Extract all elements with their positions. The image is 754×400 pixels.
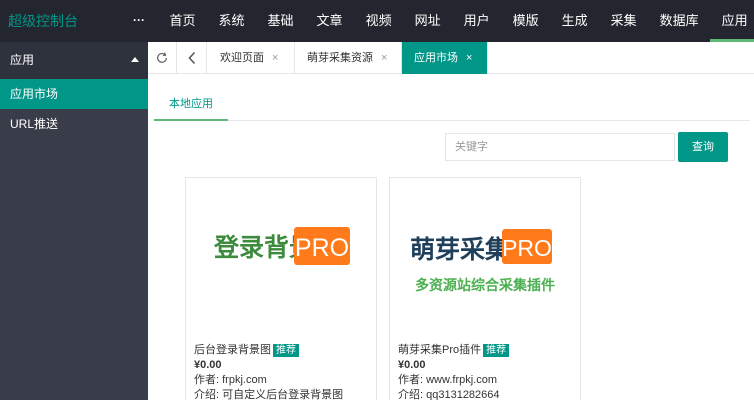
sidebar-item-url-push[interactable]: URL推送 xyxy=(0,109,148,139)
tab-mengya-resources[interactable]: 萌芽采集资源 × xyxy=(295,42,402,74)
tab-label: 萌芽采集资源 xyxy=(307,52,373,64)
caret-up-icon xyxy=(131,57,139,62)
app-card-login-bg[interactable]: 登录背景 PRO 后台登录背景图 推荐 ¥0.00 作者: frpkj.com 介… xyxy=(185,177,377,400)
more-menu-icon[interactable]: ··· xyxy=(133,0,145,42)
main-content: 本地应用 关键字 查询 登录背景 PRO 后台登录背景图 推荐 ¥0.00 作者:… xyxy=(148,75,754,400)
nav-item-database[interactable]: 数据库 xyxy=(648,0,710,42)
tab-scroll-left-button[interactable] xyxy=(178,42,207,74)
svg-text:萌芽采集: 萌芽采集 xyxy=(410,235,511,264)
tab-bar: 欢迎页面 × 萌芽采集资源 × 应用市场 × xyxy=(148,42,754,74)
recommended-badge: 推荐 xyxy=(273,344,299,357)
app-name: 后台登录背景图 xyxy=(194,344,271,356)
refresh-icon xyxy=(157,52,167,63)
search-input[interactable]: 关键字 xyxy=(445,133,675,161)
nav-item-generate[interactable]: 生成 xyxy=(550,0,599,42)
app-description: 介绍: qq3131282664 xyxy=(398,389,500,400)
app-card-mengya-collector[interactable]: 萌芽采集 PRO 多资源站综合采集插件 萌芽采集Pro插件 推荐 ¥0.00 作者… xyxy=(389,177,581,400)
svg-text:多资源站综合采集插件: 多资源站综合采集插件 xyxy=(415,277,555,294)
search-button[interactable]: 查询 xyxy=(678,132,728,162)
app-info: 萌芽采集Pro插件 推荐 ¥0.00 作者: www.frpkj.com 介绍: … xyxy=(398,343,510,400)
close-icon[interactable]: × xyxy=(381,52,387,64)
refresh-button[interactable] xyxy=(148,42,177,74)
sidebar-item-app-market[interactable]: 应用市场 xyxy=(0,79,148,109)
app-banner-image: 萌芽采集 PRO 多资源站综合采集插件 xyxy=(410,229,555,294)
tab-app-market[interactable]: 应用市场 × xyxy=(402,42,488,74)
app-logo[interactable]: 超级控制台 xyxy=(8,0,78,42)
tab-label: 欢迎页面 xyxy=(220,52,264,64)
app-banner-image: 登录背景 PRO xyxy=(213,227,350,265)
sidebar-group-apps[interactable]: 应用 xyxy=(0,42,148,79)
top-nav-bar: 超级控制台 ··· 首页 系统 基础 文章 视频 网址 用户 模版 生成 采集 … xyxy=(0,0,754,42)
sidebar-group-label: 应用 xyxy=(10,53,35,67)
nav-item-apps[interactable]: 应用 xyxy=(710,0,754,42)
nav-item-video[interactable]: 视频 xyxy=(354,0,403,42)
nav-item-basic[interactable]: 基础 xyxy=(256,0,305,42)
svg-text:PRO: PRO xyxy=(295,234,349,262)
tab-label: 应用市场 xyxy=(414,52,458,64)
app-price: ¥0.00 xyxy=(194,359,222,371)
nav-item-template[interactable]: 模版 xyxy=(501,0,550,42)
tab-welcome[interactable]: 欢迎页面 × xyxy=(208,42,295,74)
recommended-badge: 推荐 xyxy=(483,344,510,357)
close-icon[interactable]: × xyxy=(466,52,472,64)
app-info: 后台登录背景图 推荐 ¥0.00 作者: frpkj.com 介绍: 可自定义后台… xyxy=(194,343,343,400)
close-icon[interactable]: × xyxy=(272,52,278,64)
svg-text:PRO: PRO xyxy=(502,235,552,261)
app-author: 作者: frpkj.com xyxy=(194,374,267,386)
nav-item-article[interactable]: 文章 xyxy=(305,0,354,42)
nav-item-collect[interactable]: 采集 xyxy=(599,0,648,42)
nav-item-home[interactable]: 首页 xyxy=(158,0,207,42)
app-name: 萌芽采集Pro插件 xyxy=(398,344,482,356)
subtab-bar: 本地应用 xyxy=(154,75,750,121)
subtab-local-apps[interactable]: 本地应用 xyxy=(154,95,228,121)
app-author: 作者: www.frpkj.com xyxy=(398,374,498,386)
nav-item-website[interactable]: 网址 xyxy=(403,0,452,42)
chevron-left-icon xyxy=(188,51,196,65)
nav-item-system[interactable]: 系统 xyxy=(207,0,256,42)
nav-item-user[interactable]: 用户 xyxy=(452,0,501,42)
sidebar: 应用 应用市场 URL推送 xyxy=(0,42,148,400)
app-description: 介绍: 可自定义后台登录背景图 xyxy=(194,389,344,400)
main-nav: 首页 系统 基础 文章 视频 网址 用户 模版 生成 采集 数据库 应用 xyxy=(158,0,754,42)
app-price: ¥0.00 xyxy=(398,359,426,371)
